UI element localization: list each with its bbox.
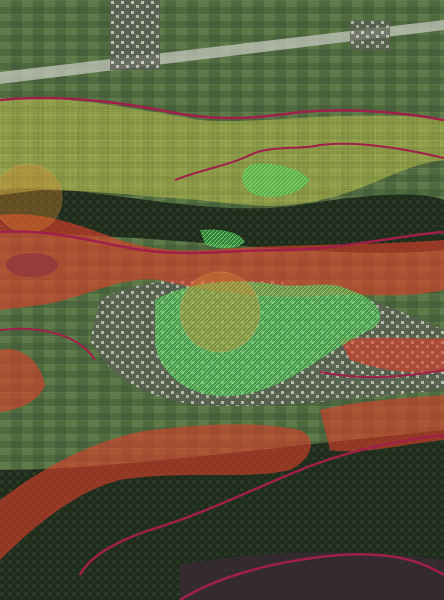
zone-orange-circle-village[interactable] — [179, 271, 261, 353]
zone-orange-circle-left[interactable] — [0, 163, 63, 233]
map-canvas[interactable] — [0, 0, 444, 600]
map-svg[interactable] — [0, 0, 444, 600]
hamlet-top-right — [350, 20, 390, 50]
hamlet-top — [110, 0, 160, 70]
